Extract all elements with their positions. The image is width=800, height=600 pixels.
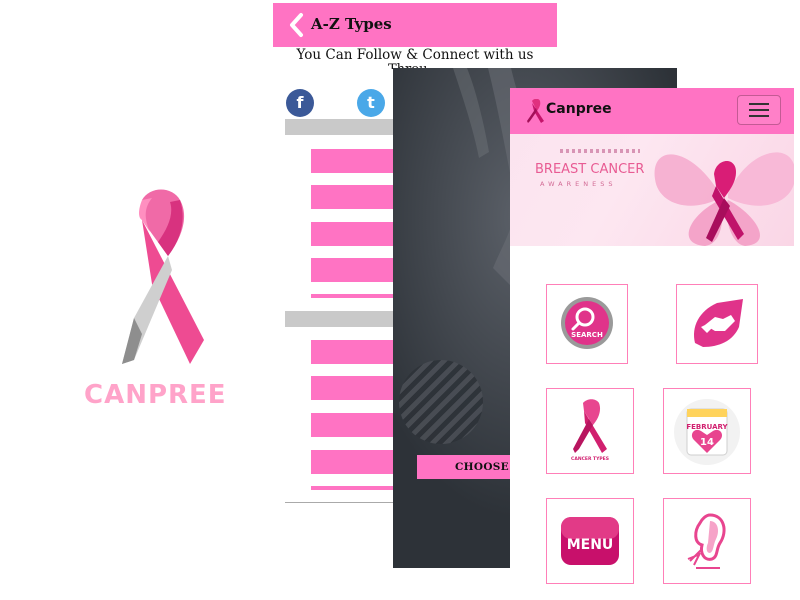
app-header: A-Z Types [273, 3, 557, 47]
search-tile[interactable]: SEARCH [546, 284, 628, 364]
facebook-glyph: f [296, 93, 304, 112]
decorative-circle [399, 360, 483, 444]
banner-title: BREAST CANCER [535, 162, 645, 177]
calendar-icon: FEBRUARY 14 [674, 399, 740, 465]
menu-line [749, 115, 769, 117]
page-title: A-Z Types [311, 15, 392, 33]
twitter-icon[interactable]: t [357, 89, 385, 117]
banner-decoration [560, 149, 640, 153]
calendar-month: FEBRUARY [686, 423, 728, 431]
facebook-icon[interactable]: f [286, 89, 314, 117]
menu-line [749, 109, 769, 111]
calendar-tile[interactable]: FEBRUARY 14 [663, 388, 751, 474]
womb-icon [687, 513, 726, 569]
handshake-icon [693, 299, 743, 347]
cancer-types-label: CANCER TYPES [571, 457, 609, 462]
cancer-types-tile[interactable]: CANCER TYPES [546, 388, 634, 474]
banner-subtitle: AWARENESS [540, 180, 617, 188]
menu-line [749, 103, 769, 105]
search-label: SEARCH [571, 331, 603, 339]
app-header: Canpree [510, 88, 794, 134]
menu-tile[interactable]: MENU [546, 498, 634, 584]
pink-ribbon-icon [527, 99, 544, 123]
butterfly-ribbon-icon [654, 152, 794, 246]
search-icon: SEARCH [561, 297, 613, 349]
brand-name: CANPREE [84, 380, 227, 410]
menu-badge-icon: MENU [561, 517, 619, 565]
twitter-glyph: t [367, 93, 375, 112]
home-screen: Canpree BREAST CANCER AWARENESS SEARCH C… [510, 88, 794, 600]
pink-ribbon-icon [122, 189, 204, 364]
app-title: Canpree [546, 101, 612, 117]
hamburger-menu-button[interactable] [737, 95, 781, 125]
womb-tile[interactable] [663, 498, 751, 584]
calendar-day: 14 [700, 437, 714, 448]
awareness-banner: BREAST CANCER AWARENESS [510, 134, 794, 246]
back-arrow-icon[interactable] [287, 12, 307, 38]
pink-ribbon-icon [573, 399, 607, 453]
support-tile[interactable] [676, 284, 758, 364]
menu-label: MENU [567, 537, 614, 553]
